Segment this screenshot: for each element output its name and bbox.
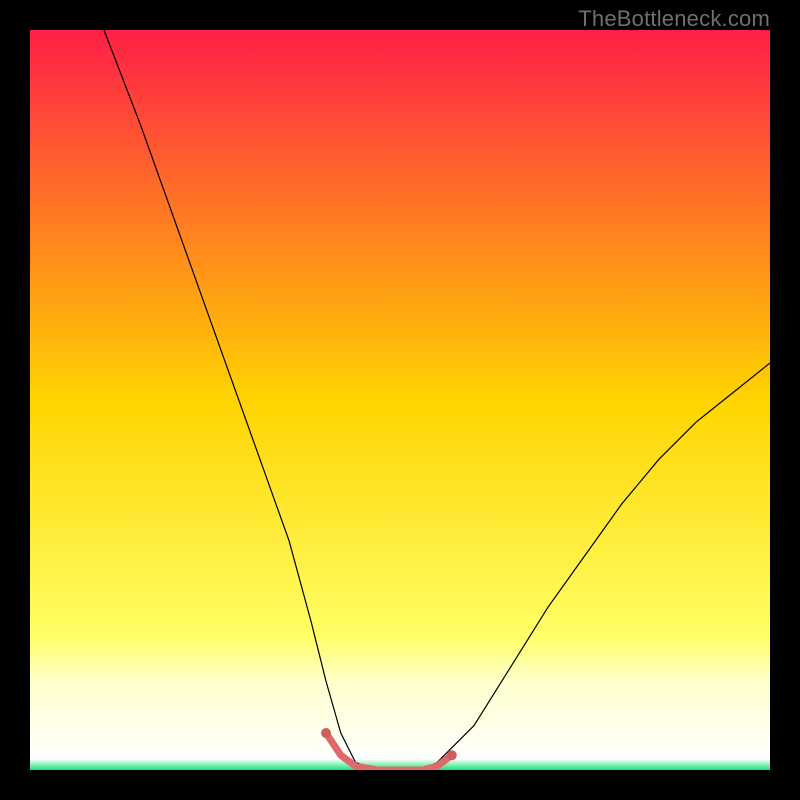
flat-zone-dot bbox=[321, 728, 331, 738]
chart-svg bbox=[30, 30, 770, 770]
chart-frame: TheBottleneck.com bbox=[0, 0, 800, 800]
plot-area bbox=[30, 30, 770, 770]
flat-zone-dot bbox=[447, 750, 457, 760]
watermark-text: TheBottleneck.com bbox=[578, 6, 770, 32]
gradient-background bbox=[30, 30, 770, 770]
